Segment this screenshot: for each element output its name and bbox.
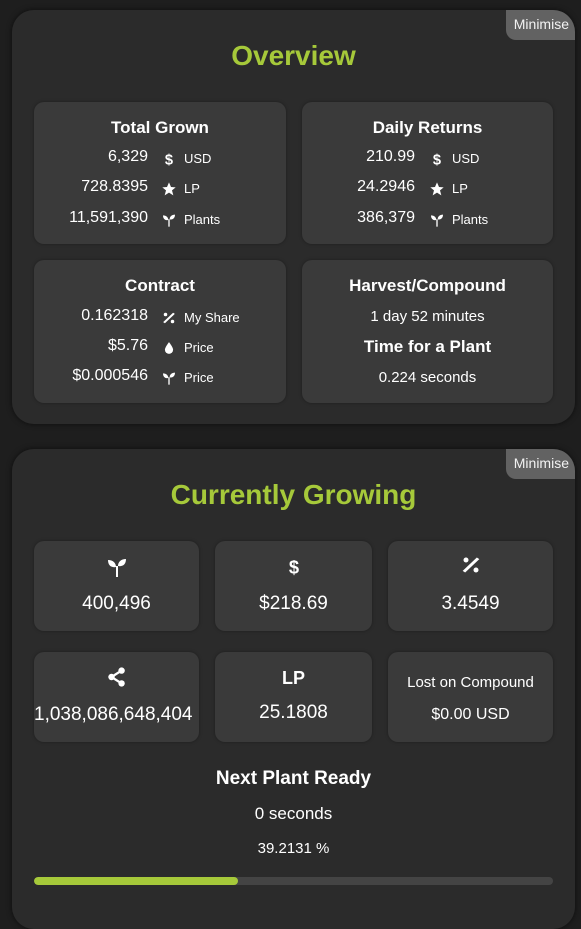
percent-icon bbox=[388, 555, 553, 575]
daily-returns-row-lp: 24.2946 LP bbox=[302, 178, 553, 200]
growing-lp-value: 25.1808 bbox=[259, 702, 328, 723]
contract-lp-price-value: $5.76 bbox=[107, 337, 148, 354]
growing-share-value: 1,038,086,648,404 bbox=[34, 704, 193, 725]
growing-minimise-button[interactable]: Minimise bbox=[505, 449, 575, 479]
sprout-icon bbox=[160, 211, 178, 229]
growing-lp-card: LP 25.1808 bbox=[215, 652, 372, 742]
overview-minimise-button[interactable]: Minimise bbox=[505, 10, 575, 40]
time-for-plant-value: 0.224 seconds bbox=[378, 369, 477, 386]
drop-icon bbox=[160, 339, 178, 357]
overview-title: Overview bbox=[231, 40, 356, 71]
contract-lp-price-unit: Price bbox=[184, 340, 214, 355]
daily-returns-lp-unit: LP bbox=[452, 181, 468, 196]
harvest-value: 1 day 52 minutes bbox=[370, 308, 485, 325]
dollar-icon bbox=[428, 150, 446, 168]
dollar-icon bbox=[160, 150, 178, 168]
total-grown-usd-value: 6,329 bbox=[107, 148, 148, 165]
total-grown-lp-value: 728.8395 bbox=[81, 178, 148, 195]
percent-icon bbox=[160, 309, 178, 327]
lost-on-compound-label: Lost on Compound bbox=[407, 674, 534, 691]
total-grown-title: Total Grown bbox=[111, 118, 209, 137]
sprout-icon bbox=[160, 369, 178, 387]
daily-returns-title: Daily Returns bbox=[372, 118, 483, 137]
growing-percent-value: 3.4549 bbox=[441, 593, 500, 614]
daily-returns-lp-value: 24.2946 bbox=[357, 178, 415, 195]
total-grown-plants-value: 11,591,390 bbox=[69, 209, 148, 226]
total-grown-row-usd: 6,329 USD bbox=[34, 148, 286, 170]
harvest-title: Harvest/Compound bbox=[349, 276, 506, 295]
contract-row-share: 0.162318 My Share bbox=[34, 307, 286, 329]
overview-panel: Minimise Overview Total Grown 6,329 USD … bbox=[12, 10, 575, 424]
daily-returns-row-usd: 210.99 USD bbox=[302, 148, 553, 170]
lost-on-compound-value: $0.00 USD bbox=[431, 706, 510, 723]
contract-row-plant-price: $0.000546 Price bbox=[34, 367, 286, 389]
lost-on-compound-card: Lost on Compound $0.00 USD bbox=[388, 652, 553, 742]
growing-share-card: 1,038,086,648,404 bbox=[34, 652, 199, 742]
contract-title: Contract bbox=[125, 276, 195, 295]
harvest-card: Harvest/Compound 1 day 52 minutes Time f… bbox=[302, 260, 553, 403]
total-grown-row-plants: 11,591,390 Plants bbox=[34, 209, 286, 231]
contract-plant-price-unit: Price bbox=[184, 370, 214, 385]
total-grown-plants-unit: Plants bbox=[184, 212, 221, 227]
daily-returns-row-plants: 386,379 Plants bbox=[302, 209, 553, 231]
star-icon bbox=[428, 180, 446, 198]
next-plant-title: Next Plant Ready bbox=[215, 768, 372, 789]
contract-share-value: 0.162318 bbox=[81, 307, 148, 324]
growing-usd-card: $218.69 bbox=[215, 541, 372, 631]
contract-share-unit: My Share bbox=[184, 310, 240, 325]
currently-growing-title: Currently Growing bbox=[170, 479, 417, 510]
progress-bar-fill bbox=[34, 877, 238, 885]
daily-returns-plants-value: 386,379 bbox=[357, 209, 415, 226]
total-grown-lp-unit: LP bbox=[184, 181, 200, 196]
contract-plant-price-value: $0.000546 bbox=[72, 367, 148, 384]
daily-returns-usd-unit: USD bbox=[452, 151, 480, 166]
share-icon bbox=[34, 666, 199, 688]
time-for-plant-title: Time for a Plant bbox=[363, 337, 492, 356]
growing-percent-card: 3.4549 bbox=[388, 541, 553, 631]
sprout-icon bbox=[34, 555, 199, 579]
contract-card: Contract 0.162318 My Share $5.76 Price $… bbox=[34, 260, 286, 403]
growing-plants-value: 400,496 bbox=[82, 593, 151, 614]
daily-returns-card: Daily Returns 210.99 USD 24.2946 LP 386,… bbox=[302, 102, 553, 244]
total-grown-row-lp: 728.8395 LP bbox=[34, 178, 286, 200]
sprout-icon bbox=[428, 211, 446, 229]
growing-usd-value: $218.69 bbox=[259, 593, 328, 614]
next-plant-value: 0 seconds bbox=[254, 804, 333, 823]
total-grown-card: Total Grown 6,329 USD 728.8395 LP 11,591… bbox=[34, 102, 286, 244]
progress-percent-text: 39.2131 % bbox=[257, 840, 330, 857]
dollar-icon bbox=[215, 555, 372, 579]
currently-growing-panel: Minimise Currently Growing 400,496 $218.… bbox=[12, 449, 575, 929]
progress-bar bbox=[34, 877, 553, 885]
contract-row-lp-price: $5.76 Price bbox=[34, 337, 286, 359]
growing-lp-label: LP bbox=[281, 668, 305, 688]
star-icon bbox=[160, 180, 178, 198]
daily-returns-usd-value: 210.99 bbox=[366, 148, 415, 165]
total-grown-usd-unit: USD bbox=[184, 151, 212, 166]
daily-returns-plants-unit: Plants bbox=[452, 212, 489, 227]
growing-plants-card: 400,496 bbox=[34, 541, 199, 631]
